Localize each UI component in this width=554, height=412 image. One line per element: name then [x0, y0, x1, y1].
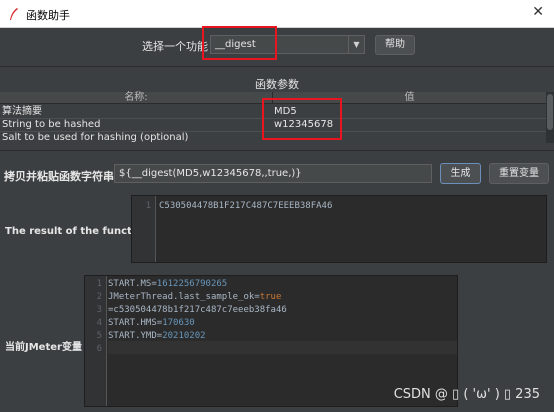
chevron-down-icon[interactable]: ▼: [348, 36, 364, 53]
line-number: 5: [96, 331, 102, 341]
column-header-name[interactable]: 名称:: [0, 92, 272, 104]
variable-key: JMeterThread.last_sample_ok=: [108, 292, 260, 302]
help-button[interactable]: 帮助: [375, 35, 415, 55]
variable-key: =c530504478b1f217c487c7eeeb38fa46: [108, 305, 287, 315]
params-scrollbar[interactable]: [546, 92, 554, 143]
line-number: 6: [96, 344, 102, 354]
result-value: C530504478B1F217C487C7EEEB38FA46: [159, 201, 333, 211]
param-name: 算法摘要: [2, 106, 42, 117]
variable-value: 170630: [162, 318, 195, 328]
result-text-area[interactable]: 1 C530504478B1F217C487C7EEEB38FA46: [131, 195, 547, 263]
generate-button[interactable]: 生成: [440, 163, 481, 184]
annotation-highlight-values: [262, 98, 342, 140]
current-line-highlight: [108, 341, 457, 354]
variable-line: JMeterThread.last_sample_ok=true: [108, 292, 281, 302]
function-string-label: 拷贝并粘贴函数字符串: [4, 170, 114, 183]
window-title: 函数助手: [26, 9, 70, 22]
function-string-field[interactable]: ${__digest(MD5,w12345678,,true,)}: [114, 164, 432, 183]
line-number-gutter: 1: [132, 196, 156, 262]
watermark: CSDN @ ▯ ( 'ω' ) ▯ 235: [393, 387, 540, 402]
variable-line: =c530504478b1f217c487c7eeeb38fa46: [108, 305, 287, 315]
param-name: Salt to be used for hashing (optional): [2, 132, 189, 143]
line-number: 4: [96, 318, 102, 328]
jmeter-feather-icon: [10, 8, 18, 20]
variable-line: START.MS=1612256790265: [108, 279, 227, 289]
variable-value: 1612256790265: [156, 279, 228, 289]
variable-key: START.YMD=: [108, 331, 163, 341]
line-number: 1: [96, 279, 102, 289]
variable-key: START.MS=: [108, 279, 157, 289]
jmeter-variables-label: 当前JMeter变量: [5, 342, 82, 353]
params-section-title: 函数参数: [255, 78, 299, 91]
close-icon[interactable]: ✕: [532, 4, 544, 20]
reset-variables-button[interactable]: 重置变量: [489, 163, 549, 184]
variable-value: true: [259, 292, 282, 302]
separator: [0, 66, 554, 67]
line-number: 3: [96, 305, 102, 315]
variable-line: START.YMD=20210202: [108, 331, 206, 341]
variable-line: START.HMS=170630: [108, 318, 195, 328]
title-bar: 函数助手 ✕: [0, 0, 554, 28]
variable-value: 20210202: [162, 331, 206, 341]
annotation-highlight-function: [202, 26, 277, 60]
param-name: String to be hashed: [2, 119, 101, 130]
scrollbar-thumb[interactable]: [547, 94, 553, 130]
line-number: 1: [145, 201, 151, 211]
line-number-gutter: 1 2 3 4 5 6: [85, 276, 107, 406]
separator: [0, 150, 554, 151]
line-number: 2: [96, 292, 102, 302]
variable-key: START.HMS=: [108, 318, 163, 328]
function-selector-label: 选择一个功能: [142, 40, 208, 53]
